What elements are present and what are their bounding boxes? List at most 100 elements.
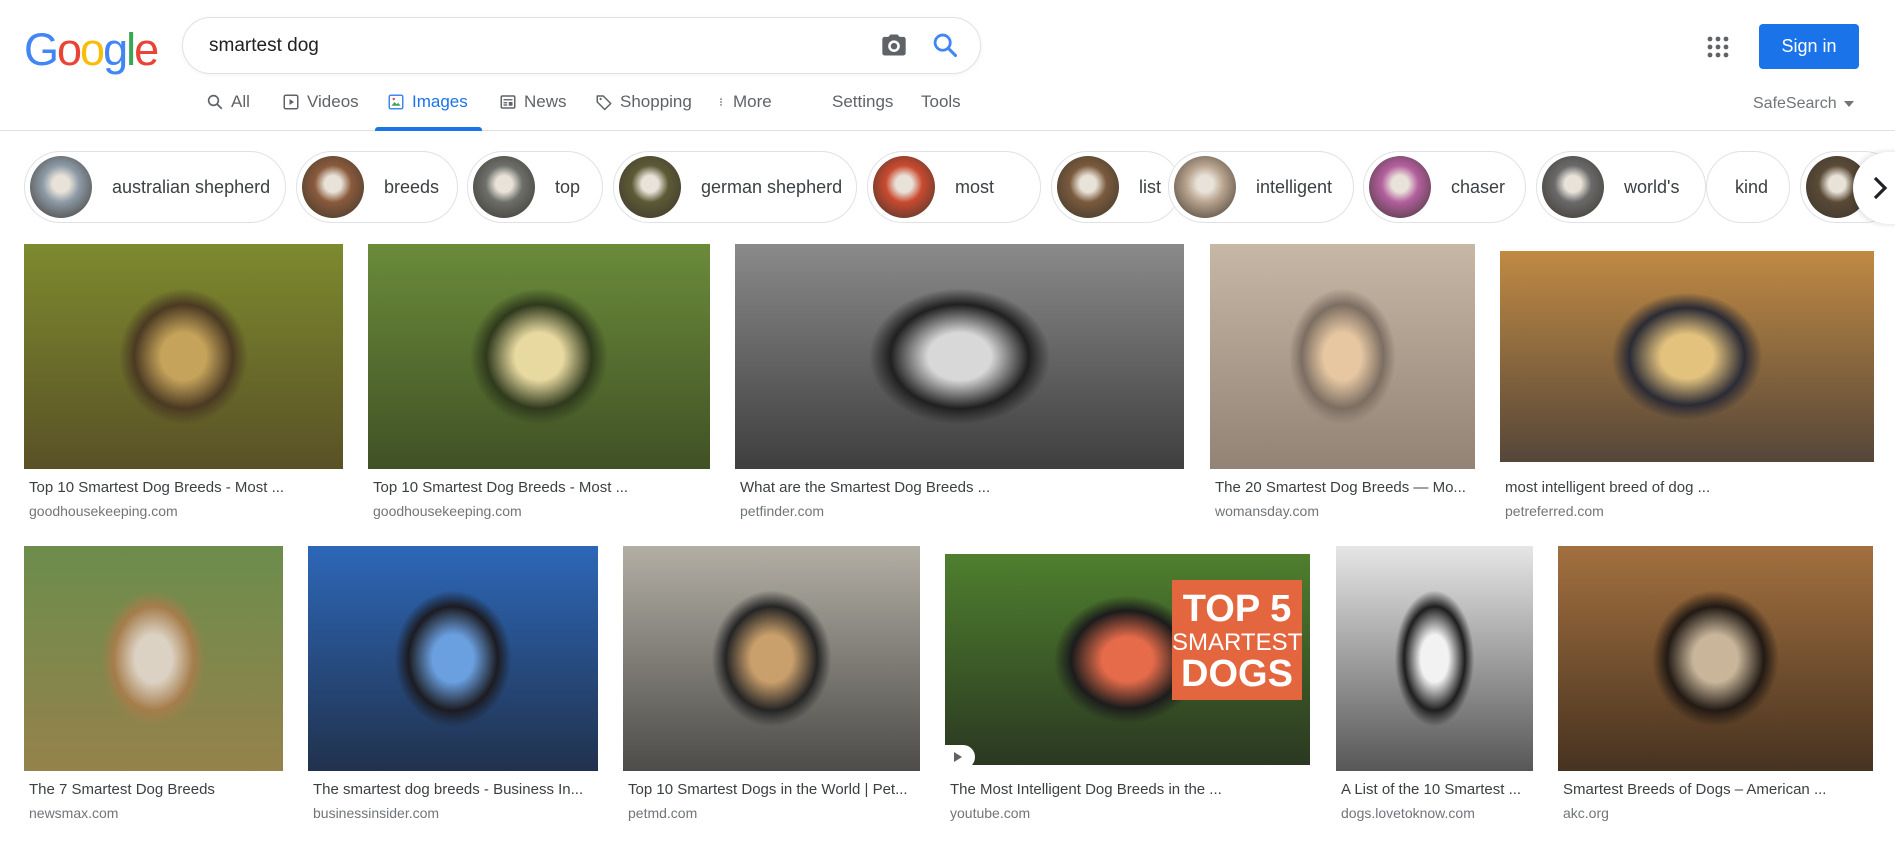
related-searches-chips: australian shepherd breeds top german sheph…: [24, 151, 1895, 223]
result-thumbnail[interactable]: [24, 244, 343, 469]
logo-letter: G: [24, 24, 59, 75]
search-icon[interactable]: [931, 31, 959, 59]
result-source: dogs.lovetoknow.com: [1341, 805, 1475, 821]
chip-label: world's: [1624, 176, 1680, 197]
camera-icon[interactable]: [879, 31, 909, 59]
chip-label: list: [1139, 176, 1161, 197]
chip-world-s[interactable]: world's: [1536, 151, 1706, 223]
chip-kind[interactable]: kind: [1706, 151, 1790, 223]
safesearch-dropdown[interactable]: SafeSearch: [1753, 95, 1855, 113]
play-icon: [945, 745, 975, 769]
more-vert-icon: [720, 98, 722, 106]
google-logo[interactable]: Google: [24, 24, 159, 76]
tab-label: Shopping: [620, 92, 692, 111]
result-title[interactable]: What are the Smartest Dog Breeds ...: [740, 479, 1181, 496]
chip-label: chaser: [1451, 176, 1506, 197]
result-source: businessinsider.com: [313, 805, 440, 821]
header: Google Sign in All Videos Images: [0, 0, 1895, 131]
result-title[interactable]: Top 10 Smartest Dog Breeds - Most ...: [29, 479, 340, 496]
search-input[interactable]: [209, 31, 849, 61]
result-thumbnail[interactable]: [368, 244, 710, 469]
result-thumbnail[interactable]: [24, 546, 283, 771]
chip-top[interactable]: top: [467, 151, 603, 223]
chip-chaser[interactable]: chaser: [1363, 151, 1526, 223]
news-icon: [500, 95, 516, 109]
caret-down-icon: [1844, 101, 1855, 107]
chip-german-shepherd[interactable]: german shepherd: [613, 151, 857, 223]
result-thumbnail[interactable]: [1558, 546, 1873, 771]
overlay-text-line: DOGS: [1181, 653, 1293, 696]
result-thumbnail[interactable]: [1210, 244, 1475, 469]
tab-label: News: [524, 92, 567, 111]
result-title[interactable]: Smartest Breeds of Dogs – American ...: [1563, 781, 1870, 798]
result-thumbnail[interactable]: [623, 546, 920, 771]
result-thumbnail[interactable]: [1500, 251, 1874, 462]
chip-label: kind: [1735, 176, 1769, 197]
overlay-text-line: TOP 5: [1182, 588, 1292, 630]
result-title[interactable]: The smartest dog breeds - Business In...: [313, 781, 595, 798]
result-source: goodhousekeeping.com: [29, 503, 178, 519]
overlay-text-line: SMARTEST: [1172, 628, 1303, 656]
result-thumbnail[interactable]: [735, 244, 1184, 469]
chip-label: german shepherd: [701, 176, 843, 197]
chip-thumbnail: [619, 156, 681, 218]
result-source: petmd.com: [628, 805, 698, 821]
chip-thumbnail: [1174, 156, 1236, 218]
tab-label: Settings: [832, 92, 894, 111]
result-source: goodhousekeeping.com: [373, 503, 522, 519]
search-icon: [207, 94, 223, 110]
result-title[interactable]: Top 10 Smartest Dogs in the World | Pet.…: [628, 781, 917, 798]
logo-letter: o: [57, 24, 82, 75]
tab-videos[interactable]: Videos: [282, 92, 359, 112]
chip-thumbnail: [302, 156, 364, 218]
logo-letter: l: [126, 24, 136, 75]
tab-settings[interactable]: Settings: [832, 92, 893, 112]
chip-label: top: [555, 176, 581, 197]
video-thumbnail-text-overlay: TOP 5 SMARTEST DOGS: [1172, 580, 1302, 700]
result-title[interactable]: Top 10 Smartest Dog Breeds - Most ...: [373, 479, 707, 496]
chip-thumbnail: [873, 156, 935, 218]
tab-label: Images: [412, 92, 468, 111]
tag-icon: [596, 95, 612, 111]
image-icon: [388, 94, 404, 110]
tab-news[interactable]: News: [499, 92, 567, 112]
apps-grid-icon[interactable]: [1706, 35, 1730, 59]
chip-list[interactable]: list: [1051, 151, 1181, 223]
tab-label: More: [733, 92, 772, 111]
logo-letter: e: [134, 24, 159, 75]
logo-letter: o: [80, 24, 105, 75]
tab-images[interactable]: Images: [387, 92, 468, 112]
chevron-right-icon: [1873, 176, 1888, 200]
chip-thumbnail: [1542, 156, 1604, 218]
result-thumbnail[interactable]: [308, 546, 598, 771]
search-tabs: All Videos Images News Shopping More Set…: [0, 82, 1895, 131]
active-tab-indicator: [375, 127, 482, 131]
result-source: petreferred.com: [1505, 503, 1604, 519]
logo-letter: g: [103, 24, 128, 75]
search-box[interactable]: [182, 17, 981, 74]
chip-label: most: [955, 176, 995, 197]
tab-more[interactable]: More: [716, 92, 772, 112]
chip-label: australian shepherd: [112, 176, 271, 197]
chip-thumbnail: [473, 156, 535, 218]
result-title[interactable]: The Most Intelligent Dog Breeds in the .…: [950, 781, 1307, 798]
video-icon: [283, 94, 299, 110]
result-title[interactable]: The 7 Smartest Dog Breeds: [29, 781, 280, 798]
tab-shopping[interactable]: Shopping: [595, 92, 692, 112]
result-source: newsmax.com: [29, 805, 119, 821]
result-title[interactable]: most intelligent breed of dog ...: [1505, 479, 1871, 496]
result-source: akc.org: [1563, 805, 1609, 821]
chip-breeds[interactable]: breeds: [296, 151, 458, 223]
result-thumbnail[interactable]: [1336, 546, 1533, 771]
chip-australian-shepherd[interactable]: australian shepherd: [24, 151, 286, 223]
tab-all[interactable]: All: [206, 92, 250, 112]
tab-tools[interactable]: Tools: [921, 92, 961, 112]
sign-in-button[interactable]: Sign in: [1759, 24, 1859, 69]
chip-most[interactable]: most: [867, 151, 1041, 223]
result-title[interactable]: The 20 Smartest Dog Breeds — Mo...: [1215, 479, 1472, 496]
result-source: womansday.com: [1215, 503, 1320, 519]
result-title[interactable]: A List of the 10 Smartest ...: [1341, 781, 1530, 798]
chip-intelligent[interactable]: intelligent: [1168, 151, 1354, 223]
result-source: petfinder.com: [740, 503, 825, 519]
chip-thumbnail: [1057, 156, 1119, 218]
